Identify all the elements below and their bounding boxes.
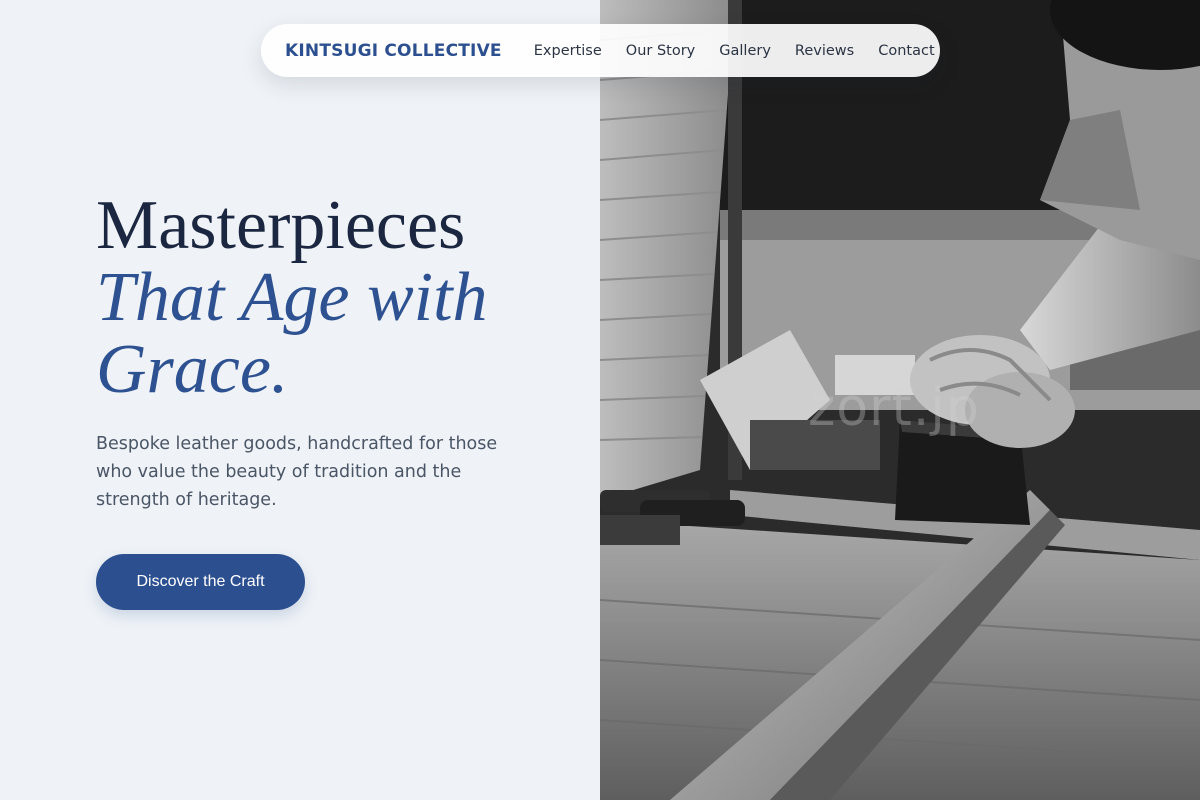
nav-link-our-story[interactable]: Our Story — [626, 43, 695, 59]
nav-links: Expertise Our Story Gallery Reviews Cont… — [534, 43, 935, 59]
nav-link-reviews[interactable]: Reviews — [795, 43, 854, 59]
hero-section: Masterpieces That Age with Grace. Bespok… — [0, 0, 600, 800]
discover-craft-button[interactable]: Discover the Craft — [96, 554, 305, 610]
brand-logo[interactable]: KINTSUGI COLLECTIVE — [285, 41, 502, 61]
nav-link-gallery[interactable]: Gallery — [719, 43, 771, 59]
headline-line-1: Masterpieces — [96, 187, 466, 264]
hero-photo: zort.jp — [600, 0, 1200, 800]
hero-headline: Masterpieces That Age with Grace. — [96, 190, 566, 406]
headline-line-2: That Age with Grace. — [96, 259, 488, 408]
nav-link-contact[interactable]: Contact — [878, 43, 934, 59]
hero-subtext: Bespoke leather goods, handcrafted for t… — [96, 434, 498, 510]
top-nav: KINTSUGI COLLECTIVE Expertise Our Story … — [261, 24, 940, 77]
photo-watermark: zort.jp — [808, 378, 980, 438]
nav-link-expertise[interactable]: Expertise — [534, 43, 602, 59]
